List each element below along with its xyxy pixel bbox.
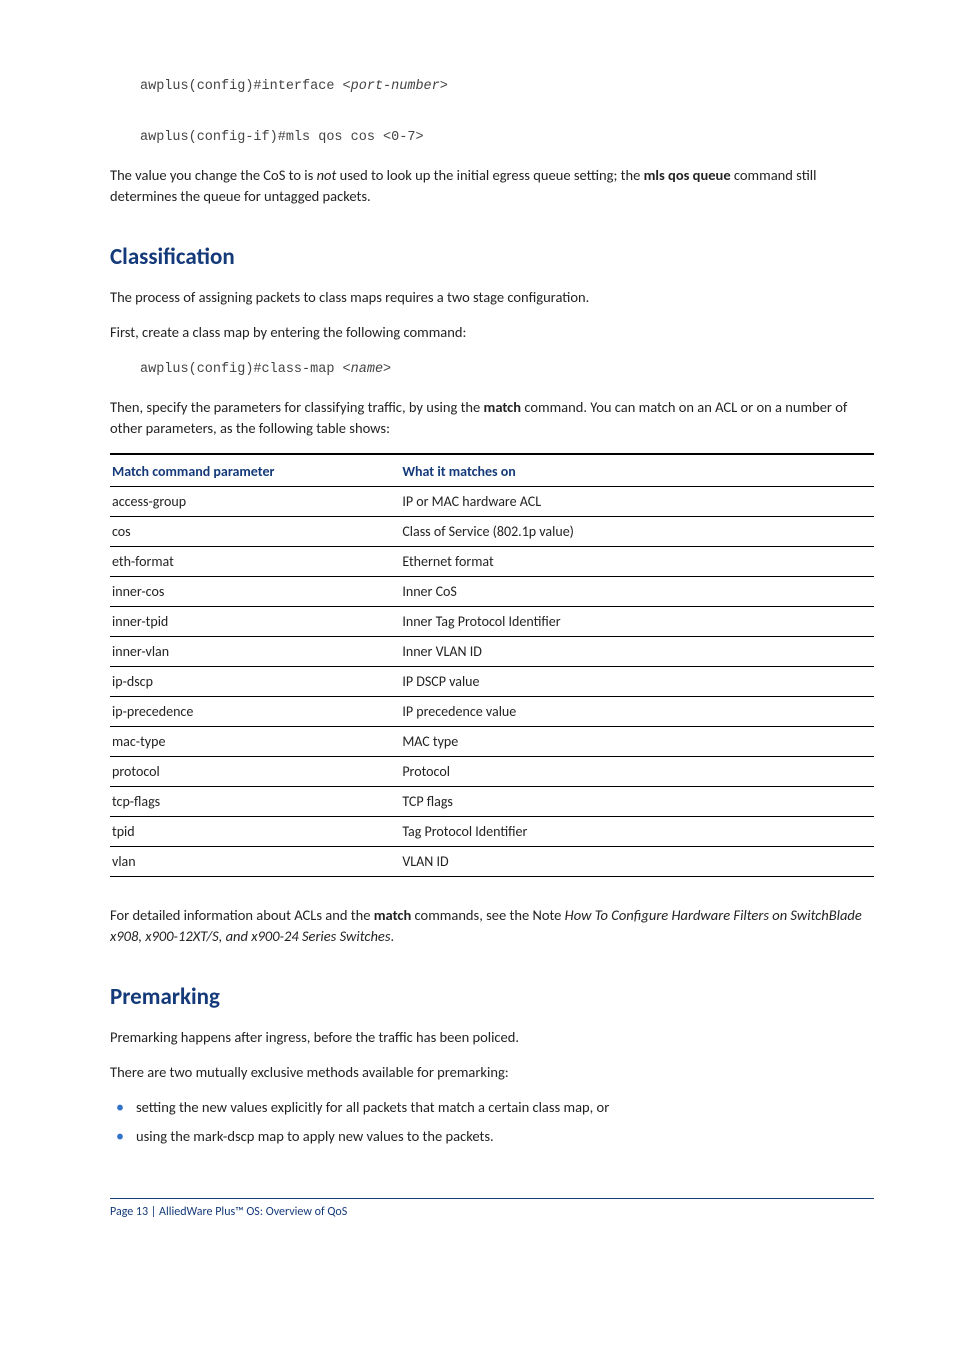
table-row: protocolProtocol	[110, 756, 874, 786]
paragraph-premarking-methods: There are two mutually exclusive methods…	[110, 1062, 874, 1083]
table-row: mac-typeMAC type	[110, 726, 874, 756]
table-row: inner-vlanInner VLAN ID	[110, 636, 874, 666]
table-cell-matches: TCP flags	[400, 786, 874, 816]
match-parameter-table: Match command parameter What it matches …	[110, 453, 874, 877]
heading-classification: Classification	[110, 243, 874, 271]
table-cell-matches: Inner VLAN ID	[400, 636, 874, 666]
table-cell-matches: Inner Tag Protocol Identifier	[400, 606, 874, 636]
table-cell-param: protocol	[110, 756, 400, 786]
table-cell-param: inner-cos	[110, 576, 400, 606]
table-row: eth-formatEthernet format	[110, 546, 874, 576]
table-row: tpidTag Protocol Identifier	[110, 816, 874, 846]
table-cell-param: vlan	[110, 846, 400, 876]
table-cell-matches: Tag Protocol Identifier	[400, 816, 874, 846]
table-row: ip-precedenceIP precedence value	[110, 696, 874, 726]
footer-divider	[110, 1198, 874, 1199]
premarking-bullet-list: setting the new values explicitly for al…	[110, 1097, 874, 1149]
table-cell-matches: IP DSCP value	[400, 666, 874, 696]
table-cell-matches: MAC type	[400, 726, 874, 756]
table-row: access-groupIP or MAC hardware ACL	[110, 486, 874, 516]
table-cell-matches: Ethernet format	[400, 546, 874, 576]
table-cell-matches: Protocol	[400, 756, 874, 786]
table-row: inner-tpidInner Tag Protocol Identifier	[110, 606, 874, 636]
code-block-interface: awplus(config)#interface <port-number> a…	[140, 74, 874, 151]
table-cell-param: mac-type	[110, 726, 400, 756]
table-row: inner-cosInner CoS	[110, 576, 874, 606]
table-cell-matches: VLAN ID	[400, 846, 874, 876]
table-cell-param: eth-format	[110, 546, 400, 576]
table-header-matches: What it matches on	[400, 454, 874, 487]
page-footer: Page 13 | AlliedWare Plus™ OS: Overview …	[110, 1205, 874, 1239]
code-block-classmap: awplus(config)#class-map <name>	[140, 357, 874, 383]
paragraph-cos-change: The value you change the CoS to is not u…	[110, 165, 874, 207]
table-cell-matches: IP precedence value	[400, 696, 874, 726]
table-cell-param: cos	[110, 516, 400, 546]
paragraph-premarking-intro: Premarking happens after ingress, before…	[110, 1027, 874, 1048]
paragraph-match-intro: Then, specify the parameters for classif…	[110, 397, 874, 439]
list-item: setting the new values explicitly for al…	[114, 1097, 874, 1119]
paragraph-acl-note: For detailed information about ACLs and …	[110, 905, 874, 947]
table-row: tcp-flagsTCP flags	[110, 786, 874, 816]
list-item: using the mark-dscp map to apply new val…	[114, 1126, 874, 1148]
table-cell-param: inner-vlan	[110, 636, 400, 666]
table-cell-param: access-group	[110, 486, 400, 516]
paragraph-create-classmap: First, create a class map by entering th…	[110, 322, 874, 343]
table-cell-param: ip-precedence	[110, 696, 400, 726]
table-row: ip-dscpIP DSCP value	[110, 666, 874, 696]
table-cell-param: ip-dscp	[110, 666, 400, 696]
table-cell-matches: IP or MAC hardware ACL	[400, 486, 874, 516]
table-cell-param: tpid	[110, 816, 400, 846]
table-cell-param: tcp-flags	[110, 786, 400, 816]
table-cell-matches: Class of Service (802.1p value)	[400, 516, 874, 546]
table-cell-matches: Inner CoS	[400, 576, 874, 606]
paragraph-classification-intro: The process of assigning packets to clas…	[110, 287, 874, 308]
table-cell-param: inner-tpid	[110, 606, 400, 636]
table-header-param: Match command parameter	[110, 454, 400, 487]
table-row: cosClass of Service (802.1p value)	[110, 516, 874, 546]
table-row: vlanVLAN ID	[110, 846, 874, 876]
heading-premarking: Premarking	[110, 983, 874, 1011]
